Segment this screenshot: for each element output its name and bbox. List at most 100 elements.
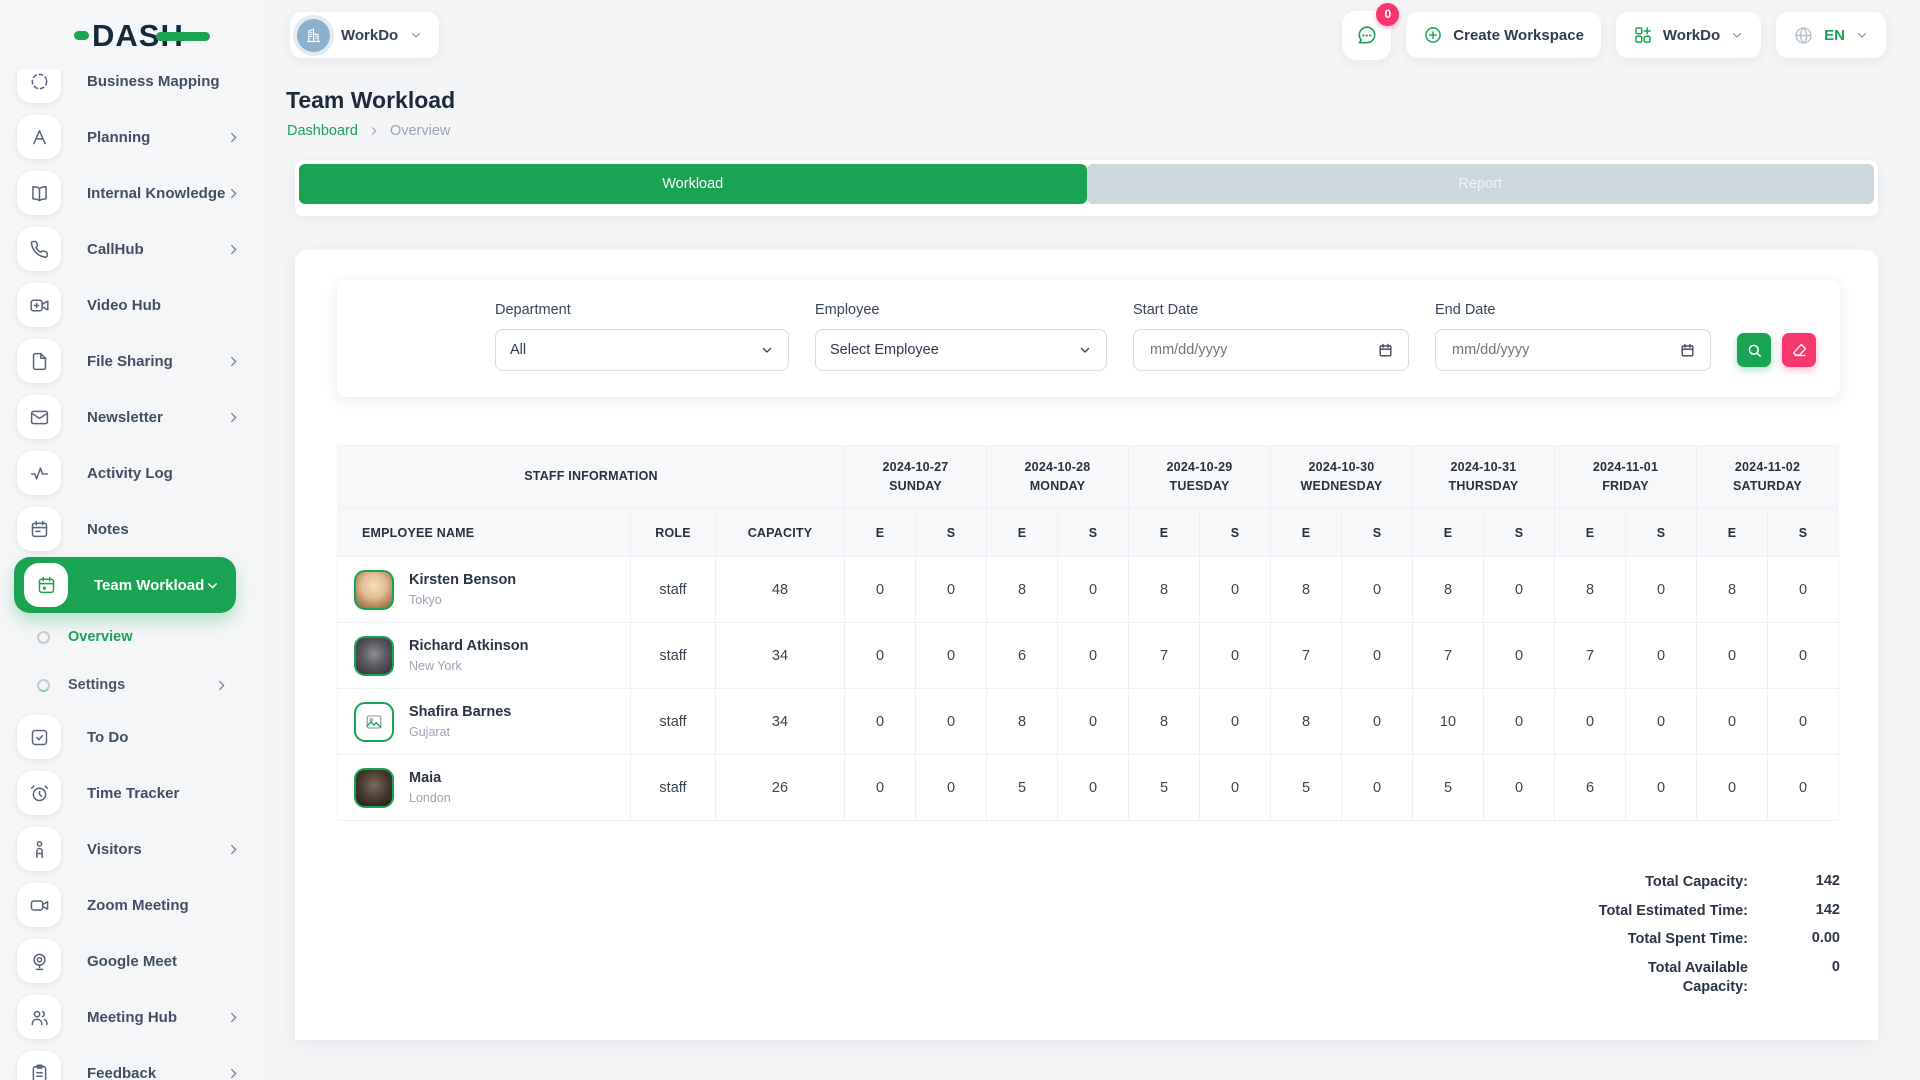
eraser-icon (1791, 342, 1808, 359)
sidebar-item-team-workload[interactable]: Team Workload (14, 557, 236, 613)
tab-workload[interactable]: Workload (299, 164, 1087, 204)
workspace-selector[interactable]: WorkDo (290, 12, 439, 58)
day-name: FRIDAY (1602, 477, 1649, 496)
tab-report[interactable]: Report (1087, 164, 1875, 204)
day-date: 2024-10-31 (1451, 458, 1517, 477)
create-workspace-button[interactable]: Create Workspace (1406, 12, 1601, 58)
sidebar-item-planning[interactable]: Planning (0, 109, 265, 165)
sidebar-item-notes[interactable]: Notes (0, 501, 265, 557)
day-column-header: 2024-10-29TUESDAY (1129, 445, 1271, 509)
day-date: 2024-11-02 (1735, 458, 1800, 477)
app-logo[interactable]: DASH (0, 0, 265, 70)
total-label: Total Available Capacity: (1580, 959, 1748, 998)
calendar-icon[interactable] (1679, 342, 1696, 359)
sidebar-item-label: Business Mapping (87, 73, 241, 90)
employee-cell: MaiaLondon (337, 755, 631, 821)
sidebar-item-activity-log[interactable]: Activity Log (0, 445, 265, 501)
start-date-input-wrap (1133, 329, 1409, 371)
chevron-down-icon (1730, 28, 1744, 42)
chevron-right-icon (214, 678, 229, 693)
chevron-down-icon (409, 28, 423, 42)
estimated-header: E (845, 509, 916, 557)
business-mapping-icon (17, 70, 61, 103)
employee-location: New York (409, 659, 529, 673)
day-date: 2024-11-01 (1593, 458, 1658, 477)
breadcrumb-dashboard-link[interactable]: Dashboard (287, 123, 358, 139)
avatar[interactable] (354, 768, 394, 808)
feedback-icon (17, 1051, 61, 1080)
sidebar-subitem-settings[interactable]: Settings (0, 661, 265, 709)
department-label: Department (495, 302, 789, 318)
sidebar-item-file-sharing[interactable]: File Sharing (0, 333, 265, 389)
day-column-header: 2024-10-27SUNDAY (845, 445, 987, 509)
sidebar-item-feedback[interactable]: Feedback (0, 1045, 265, 1080)
sidebar-item-time-tracker[interactable]: Time Tracker (0, 765, 265, 821)
estimated-header: E (1697, 509, 1768, 557)
broken-avatar-image[interactable] (354, 702, 394, 742)
workspace-switcher-label: WorkDo (1663, 27, 1720, 44)
day-date: 2024-10-27 (883, 458, 949, 477)
building-icon (305, 27, 322, 44)
calendar-icon[interactable] (1377, 342, 1394, 359)
day-column-header: 2024-10-30WEDNESDAY (1271, 445, 1413, 509)
employee-name: Shafira Barnes (409, 704, 511, 721)
visitors-icon (17, 827, 61, 871)
employee-location: Tokyo (409, 593, 516, 607)
department-value: All (510, 342, 526, 358)
employee-select[interactable]: Select Employee (815, 329, 1107, 371)
chevron-right-icon (226, 130, 241, 145)
department-field: Department All (495, 302, 789, 371)
topbar: WorkDo 0 Create Workspace (265, 0, 1920, 70)
workload-table: STAFF INFORMATION2024-10-27SUNDAY2024-10… (337, 445, 1840, 821)
messages-button[interactable]: 0 (1342, 11, 1391, 60)
sidebar-subitem-overview[interactable]: Overview (0, 613, 265, 661)
sidebar-item-newsletter[interactable]: Newsletter (0, 389, 265, 445)
total-value: 142 (1774, 873, 1840, 893)
spent-header: S (1342, 509, 1413, 557)
total-row: Total Estimated Time:142 (1580, 902, 1840, 922)
sidebar-item-label: Video Hub (87, 297, 241, 314)
sidebar-subitem-label: Overview (68, 629, 229, 645)
spent-header: S (1484, 509, 1555, 557)
avatar[interactable] (354, 570, 394, 610)
sidebar-item-label: Notes (87, 521, 241, 538)
sidebar-item-meeting-hub[interactable]: Meeting Hub (0, 989, 265, 1045)
reset-filter-button[interactable] (1782, 333, 1816, 367)
workspace-switcher[interactable]: WorkDo (1616, 12, 1761, 58)
google-meet-icon (17, 939, 61, 983)
sidebar-item-visitors[interactable]: Visitors (0, 821, 265, 877)
end-date-input[interactable] (1450, 341, 1671, 359)
search-button[interactable] (1737, 333, 1771, 367)
sidebar-item-callhub[interactable]: CallHub (0, 221, 265, 277)
sidebar-item-google-meet[interactable]: Google Meet (0, 933, 265, 989)
total-row: Total Spent Time:0.00 (1580, 930, 1840, 950)
total-label: Total Estimated Time: (1580, 902, 1748, 922)
sidebar-item-internal-knowledge[interactable]: Internal Knowledge (0, 165, 265, 221)
start-date-input[interactable] (1148, 341, 1369, 359)
sidebar: DASH Business Mapping Planning Internal Kn… (0, 0, 265, 1080)
estimated-value-cell: 0 (1555, 689, 1626, 755)
spent-header: S (1058, 509, 1129, 557)
chevron-right-icon (368, 125, 380, 137)
spent-value-cell: 0 (1342, 623, 1413, 689)
spent-value-cell: 0 (1200, 689, 1271, 755)
sidebar-item-zoom-meeting[interactable]: Zoom Meeting (0, 877, 265, 933)
employee-name: Richard Atkinson (409, 638, 529, 655)
estimated-value-cell: 8 (1555, 557, 1626, 623)
workload-card: Department All Employee Select Employee (295, 250, 1878, 1040)
spent-value-cell: 0 (1058, 557, 1129, 623)
sidebar-item-video-hub[interactable]: Video Hub (0, 277, 265, 333)
sidebar-item-to-do[interactable]: To Do (0, 709, 265, 765)
avatar[interactable] (354, 636, 394, 676)
role-cell: staff (631, 755, 716, 821)
sidebar-item-label: Internal Knowledge (87, 185, 226, 202)
end-date-label: End Date (1435, 302, 1711, 318)
estimated-value-cell: 8 (1413, 557, 1484, 623)
spent-value-cell: 0 (1484, 557, 1555, 623)
sidebar-item-business-mapping[interactable]: Business Mapping (0, 70, 265, 109)
department-select[interactable]: All (495, 329, 789, 371)
language-selector[interactable]: EN (1776, 12, 1886, 58)
workspace-name: WorkDo (341, 27, 398, 44)
estimated-value-cell: 8 (1271, 557, 1342, 623)
chevron-down-icon (1078, 343, 1092, 357)
